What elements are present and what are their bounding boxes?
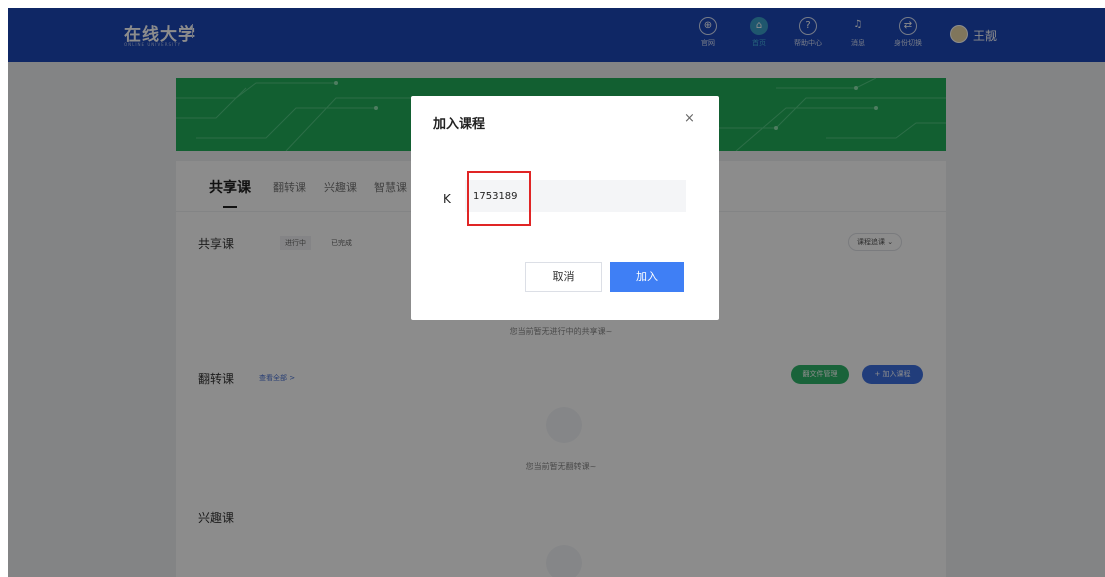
course-code-input[interactable] <box>465 180 686 212</box>
cancel-button[interactable]: 取消 <box>525 262 602 292</box>
app-frame: 在线大学 ONLINE UNIVERSITY ⊕ 官网 ⌂ 首页 ? 帮助中心 … <box>8 8 1105 577</box>
close-icon[interactable]: × <box>684 111 695 126</box>
field-label: K <box>443 192 451 206</box>
dialog-title: 加入课程 <box>433 117 486 132</box>
join-course-dialog: 加入课程 × K 取消 加入 <box>411 96 719 320</box>
join-button[interactable]: 加入 <box>610 262 684 292</box>
